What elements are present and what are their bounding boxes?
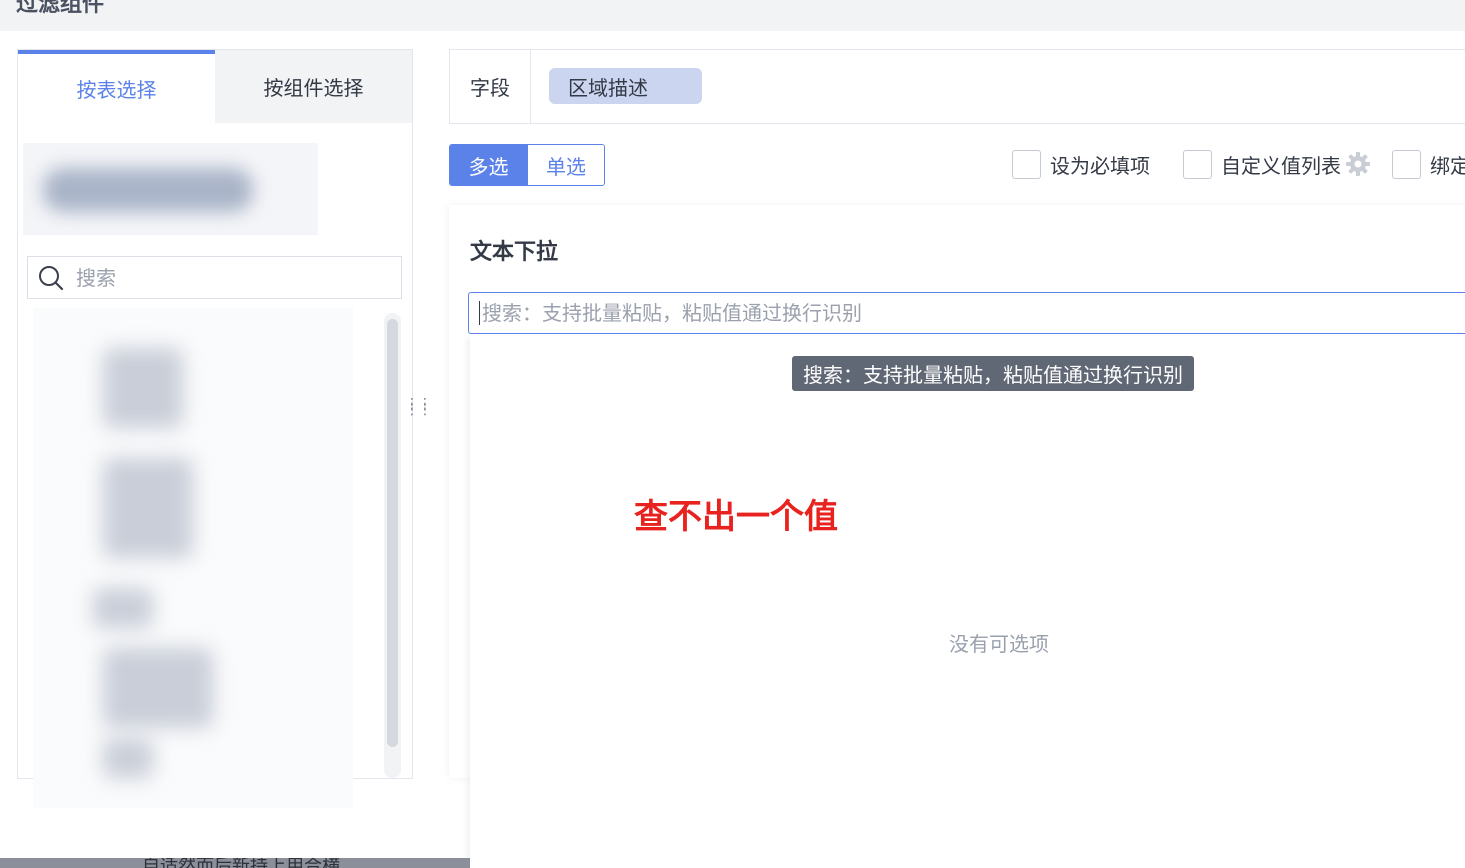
dropdown-search-input[interactable] <box>482 301 1382 325</box>
checkbox-box[interactable] <box>1012 149 1041 179</box>
text-caret <box>479 301 480 325</box>
left-panel: 按表选择 按组件选择 <box>17 49 413 808</box>
bind-checkbox[interactable]: 绑定 <box>1392 149 1465 179</box>
blurred-table-selector[interactable] <box>23 143 318 235</box>
selection-mode-toggle: 多选 单选 <box>449 144 605 186</box>
custom-values-checkbox[interactable]: 自定义值列表 <box>1183 149 1371 179</box>
blurred-item <box>103 738 153 778</box>
page-title: 过滤组件 <box>16 0 105 17</box>
blurred-item <box>103 458 193 558</box>
checkbox-box[interactable] <box>1183 149 1212 179</box>
blurred-item <box>103 648 213 728</box>
left-search-box[interactable] <box>27 256 402 299</box>
resize-handle-icon[interactable]: ⋮⋮ ⋮⋮ <box>405 397 432 425</box>
required-checkbox[interactable]: 设为必填项 <box>1012 149 1150 179</box>
search-icon <box>39 265 64 290</box>
top-strip: 过滤组件 <box>0 0 1465 31</box>
multi-select-button[interactable]: 多选 <box>450 145 527 185</box>
dropdown-options-panel <box>470 336 1465 868</box>
checkbox-box[interactable] <box>1392 149 1421 179</box>
custom-values-label: 自定义值列表 <box>1221 153 1341 178</box>
red-annotation: 查不出一个值 <box>634 497 838 537</box>
card-title: 文本下拉 <box>470 240 559 265</box>
field-row: 字段 区域描述 <box>449 49 1465 124</box>
single-select-button[interactable]: 单选 <box>527 145 604 185</box>
list-scrollbar[interactable] <box>384 313 401 778</box>
search-tooltip: 搜索：支持批量粘贴，粘贴值通过换行识别 <box>792 356 1194 391</box>
required-label: 设为必填项 <box>1050 153 1150 178</box>
blurred-item <box>93 588 153 628</box>
source-tabs: 按表选择 按组件选择 <box>18 50 412 123</box>
blurred-item <box>103 348 183 428</box>
blurred-field-list[interactable] <box>33 308 353 808</box>
bind-label: 绑定 <box>1430 153 1465 178</box>
scrollbar-thumb[interactable] <box>387 319 398 747</box>
tab-by-table[interactable]: 按表选择 <box>18 50 215 123</box>
gear-icon[interactable] <box>1345 151 1371 177</box>
empty-options-text: 没有可选项 <box>949 632 1049 656</box>
left-search-input[interactable] <box>76 265 376 290</box>
field-label: 字段 <box>450 50 531 123</box>
field-tag[interactable]: 区域描述 <box>549 68 702 104</box>
blurred-content <box>43 168 253 212</box>
bottom-bar-text: 自适然而后新持上用合横 <box>142 858 340 868</box>
bottom-bar: 自适然而后新持上用合横 <box>0 858 470 868</box>
tab-by-component[interactable]: 按组件选择 <box>215 50 412 123</box>
dropdown-search-box[interactable] <box>468 292 1465 334</box>
